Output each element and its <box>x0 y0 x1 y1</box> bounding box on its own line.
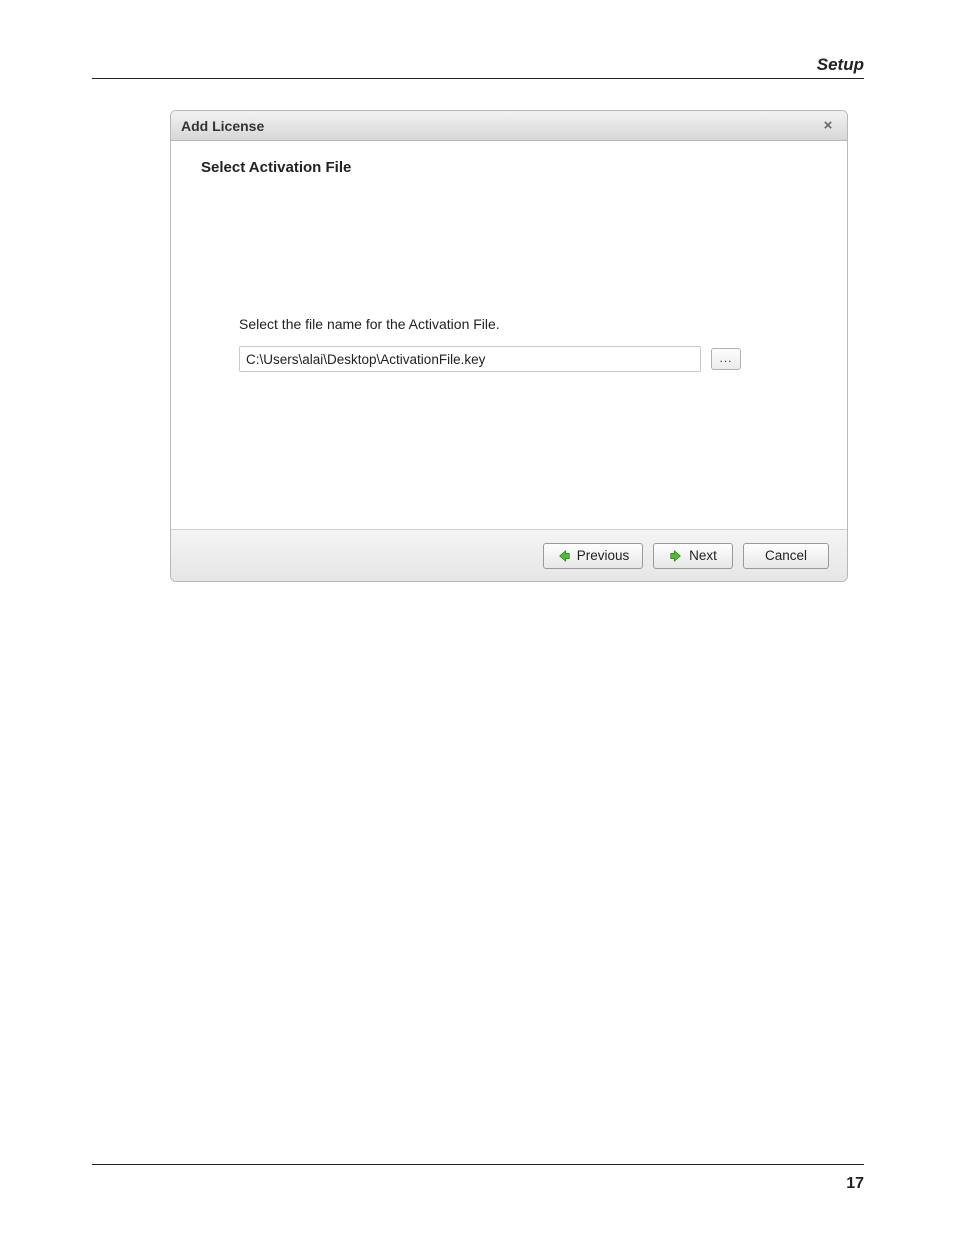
dialog-titlebar: Add License × <box>171 111 847 141</box>
dialog-body: Select Activation File Select the file n… <box>171 141 847 529</box>
page-header-label: Setup <box>817 55 864 75</box>
dialog-footer: Previous Next Cancel <box>171 529 847 581</box>
document-page: Setup Add License × Select Activation Fi… <box>0 0 954 1235</box>
activation-file-input[interactable] <box>239 346 701 372</box>
previous-button[interactable]: Previous <box>543 543 643 569</box>
section-heading: Select Activation File <box>201 159 817 176</box>
browse-button[interactable]: ... <box>711 348 741 370</box>
file-select-row: ... <box>239 346 817 372</box>
cancel-button[interactable]: Cancel <box>743 543 829 569</box>
previous-button-label: Previous <box>577 548 630 563</box>
next-button[interactable]: Next <box>653 543 733 569</box>
close-icon[interactable]: × <box>819 118 837 133</box>
next-button-label: Next <box>689 548 717 563</box>
arrow-right-icon <box>669 549 683 563</box>
add-license-dialog: Add License × Select Activation File Sel… <box>170 110 848 582</box>
instruction-text: Select the file name for the Activation … <box>239 316 817 332</box>
page-number: 17 <box>846 1175 864 1193</box>
arrow-left-icon <box>557 549 571 563</box>
footer-rule <box>92 1164 864 1165</box>
page-header: Setup <box>92 55 864 77</box>
cancel-button-label: Cancel <box>765 548 807 563</box>
dialog-title: Add License <box>181 118 819 134</box>
header-rule <box>92 78 864 79</box>
